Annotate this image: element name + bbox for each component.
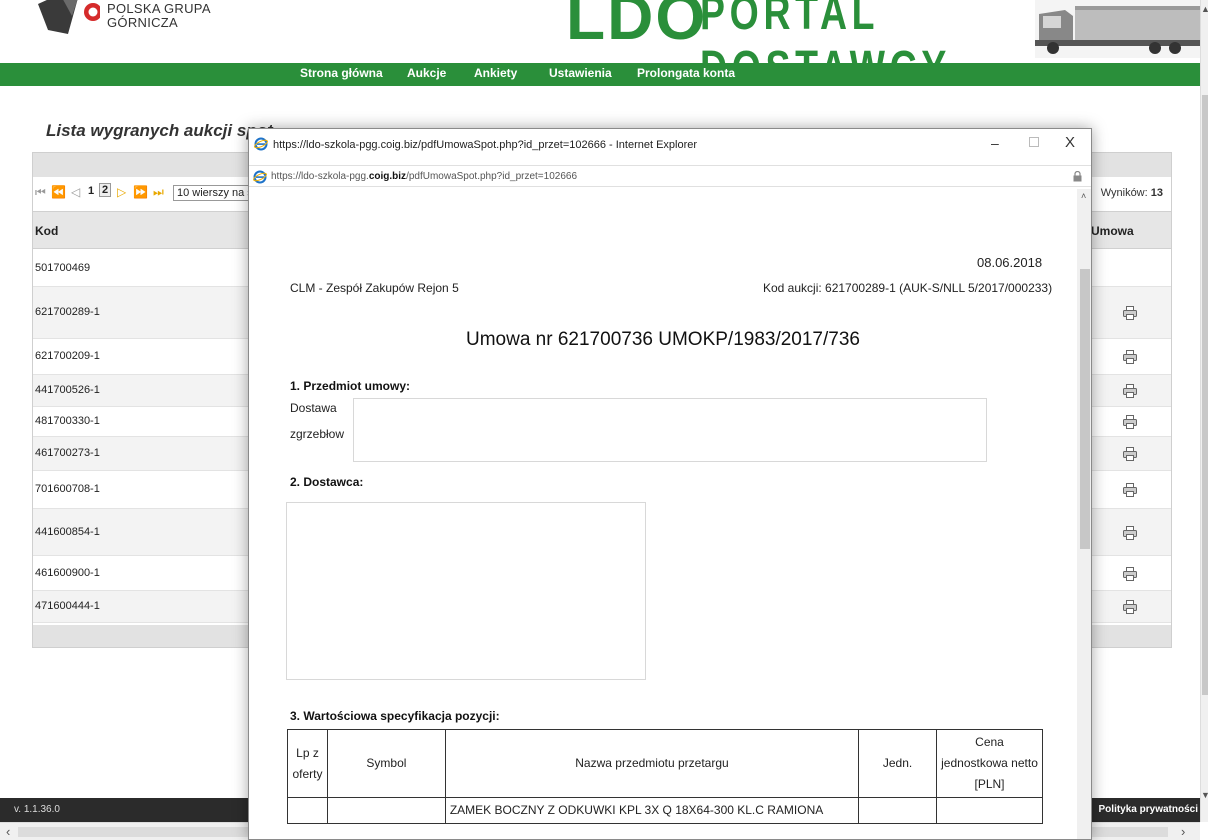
section-subject-line2: zgrzebłow [290, 427, 345, 441]
printer-icon[interactable] [1123, 306, 1137, 320]
results-count: Wyników: 13 [1101, 187, 1163, 199]
ie-address-icon [253, 170, 267, 184]
section-spec-title: 3. Wartościowa specyfikacja pozycji: [290, 709, 500, 723]
spec-col-unit: Jedn. [858, 729, 938, 798]
version-label: v. 1.1.36.0 [14, 804, 60, 815]
printer-icon[interactable] [1123, 600, 1137, 614]
printer-icon[interactable] [1123, 526, 1137, 540]
popup-scroll-thumb[interactable] [1080, 269, 1090, 549]
contract-document: 08.06.2018 CLM - Zespół Zakupów Rejon 5 … [249, 189, 1077, 839]
popup-title: https://ldo-szkola-pgg.coig.biz/pdfUmowa… [273, 139, 698, 151]
results-number: 13 [1150, 187, 1163, 199]
list-title: Lista wygranych aukcji spot [46, 121, 273, 140]
last-page-icon[interactable]: ⏭ [153, 185, 164, 200]
nav-item-surveys[interactable]: Ankiety [474, 66, 517, 80]
prev-page-icon[interactable]: ◁ [71, 185, 80, 199]
popup-vertical-scrollbar[interactable]: ˄ [1077, 189, 1091, 839]
column-header-kod[interactable]: Kod [35, 224, 58, 238]
nav-item-account-extension[interactable]: Prolongata konta [637, 66, 735, 80]
address-suffix: /pdfUmowaSpot.php?id_przet=102666 [406, 171, 578, 182]
document-auction-code: Kod aukcji: 621700289-1 (AUK-S/NLL 5/201… [763, 281, 1053, 295]
nav-item-auctions[interactable]: Aukcje [407, 66, 446, 80]
spec-cell-symbol [326, 797, 446, 824]
spec-table-header-row: Lp z oferty Symbol Nazwa przedmiotu prze… [287, 729, 1043, 798]
spec-cell-price [936, 797, 1043, 824]
prev-group-icon[interactable]: ⏪ [51, 185, 66, 199]
scroll-right-icon[interactable]: › [1181, 824, 1185, 839]
nav-item-home[interactable]: Strona główna [300, 66, 383, 80]
section-supplier-title: 2. Dostawca: [290, 475, 364, 489]
spec-table-row: ZAMEK BOCZNY Z ODKUWKI KPL 3X Q 18X64-30… [287, 797, 1043, 824]
page-scroll-thumb[interactable] [1202, 95, 1208, 695]
row-code: 471600444-1 [35, 600, 100, 612]
next-page-icon[interactable]: ▷ [117, 185, 126, 199]
scroll-left-icon[interactable]: ‹ [6, 824, 10, 839]
printer-icon[interactable] [1123, 447, 1137, 461]
address-url[interactable]: https://ldo-szkola-pgg.coig.biz/pdfUmowa… [271, 171, 577, 182]
printer-icon[interactable] [1123, 483, 1137, 497]
main-nav: Strona główna Aukcje Ankiety Ustawienia … [0, 63, 1200, 86]
site-header: POLSKA GRUPA GÓRNICZA LDO PORTAL DOSTAWC… [0, 0, 1200, 63]
logo-text-line2: GÓRNICZA [107, 15, 179, 30]
nav-item-settings[interactable]: Ustawienia [549, 66, 612, 80]
row-code: 441700526-1 [35, 384, 100, 396]
printer-icon[interactable] [1123, 350, 1137, 364]
results-label: Wyników: [1100, 187, 1148, 199]
first-page-icon[interactable]: ⏮ [35, 185, 46, 200]
ie-icon [254, 137, 268, 151]
spec-col-price: Cena jednostkowa netto [PLN] [936, 729, 1043, 798]
printer-icon[interactable] [1123, 415, 1137, 429]
spec-col-name: Nazwa przedmiotu przetargu [444, 729, 860, 798]
row-code: 461700273-1 [35, 447, 100, 459]
row-code: 621700289-1 [35, 306, 100, 318]
lock-icon [1073, 171, 1082, 182]
spec-col-lp: Lp z oferty [287, 729, 328, 798]
truck-image [1035, 0, 1200, 58]
popup-titlebar[interactable]: https://ldo-szkola-pgg.coig.biz/pdfUmowa… [249, 129, 1091, 161]
spec-table: Lp z oferty Symbol Nazwa przedmiotu prze… [287, 729, 1043, 824]
spec-cell-lp [287, 797, 328, 824]
page-vertical-scrollbar[interactable]: ▲ ▼ [1200, 0, 1208, 822]
pgg-logo-icon[interactable] [38, 0, 100, 38]
spec-cell-name: ZAMEK BOCZNY Z ODKUWKI KPL 3X Q 18X64-30… [444, 797, 860, 824]
privacy-policy-link[interactable]: Polityka prywatności [1099, 804, 1198, 815]
document-date: 08.06.2018 [977, 255, 1043, 270]
close-button[interactable]: X [1065, 134, 1075, 151]
column-header-umowa[interactable]: Umowa [1091, 224, 1134, 238]
row-code: 701600708-1 [35, 483, 100, 495]
minimize-button[interactable]: – [991, 135, 999, 151]
row-code: 461600900-1 [35, 567, 100, 579]
page-2-link[interactable]: 2 [99, 183, 112, 197]
redacted-subject-box [353, 398, 987, 462]
address-prefix: https://ldo-szkola-pgg. [271, 171, 369, 182]
row-code: 481700330-1 [35, 415, 100, 427]
row-code: 441600854-1 [35, 526, 100, 538]
section-subject-line1: Dostawa [290, 401, 337, 415]
next-group-icon[interactable]: ⏩ [133, 185, 148, 199]
logo-text: POLSKA GRUPA GÓRNICZA [107, 2, 211, 30]
scroll-up-icon[interactable]: ▲ [1201, 4, 1208, 14]
spec-cell-unit [858, 797, 938, 824]
section-subject-title: 1. Przedmiot umowy: [290, 379, 411, 393]
printer-icon[interactable] [1123, 384, 1137, 398]
spec-col-symbol: Symbol [326, 729, 446, 798]
address-domain: coig.biz [368, 171, 407, 182]
document-heading: Umowa nr 621700736 UMOKP/1983/2017/736 [466, 329, 860, 350]
redacted-supplier-box [286, 502, 646, 680]
popup-scroll-up-icon[interactable]: ˄ [1081, 191, 1086, 201]
row-code: 501700469 [35, 262, 91, 274]
row-code: 621700209-1 [35, 350, 100, 362]
printer-icon[interactable] [1123, 567, 1137, 581]
banner-ldo-text: LDO [566, 0, 708, 53]
maximize-button[interactable] [1029, 137, 1039, 147]
page-1-link[interactable]: 1 [88, 185, 94, 197]
logo-text-line1: POLSKA GRUPA [107, 1, 211, 16]
address-bar[interactable]: https://ldo-szkola-pgg.coig.biz/pdfUmowa… [249, 165, 1091, 187]
document-buyer: CLM - Zespół Zakupów Rejon 5 [290, 281, 459, 295]
ie-popup-window: https://ldo-szkola-pgg.coig.biz/pdfUmowa… [248, 128, 1092, 840]
banner-portal-text: PORTAL DOSTAWCY [700, 0, 946, 63]
scroll-down-icon[interactable]: ▼ [1201, 790, 1208, 800]
